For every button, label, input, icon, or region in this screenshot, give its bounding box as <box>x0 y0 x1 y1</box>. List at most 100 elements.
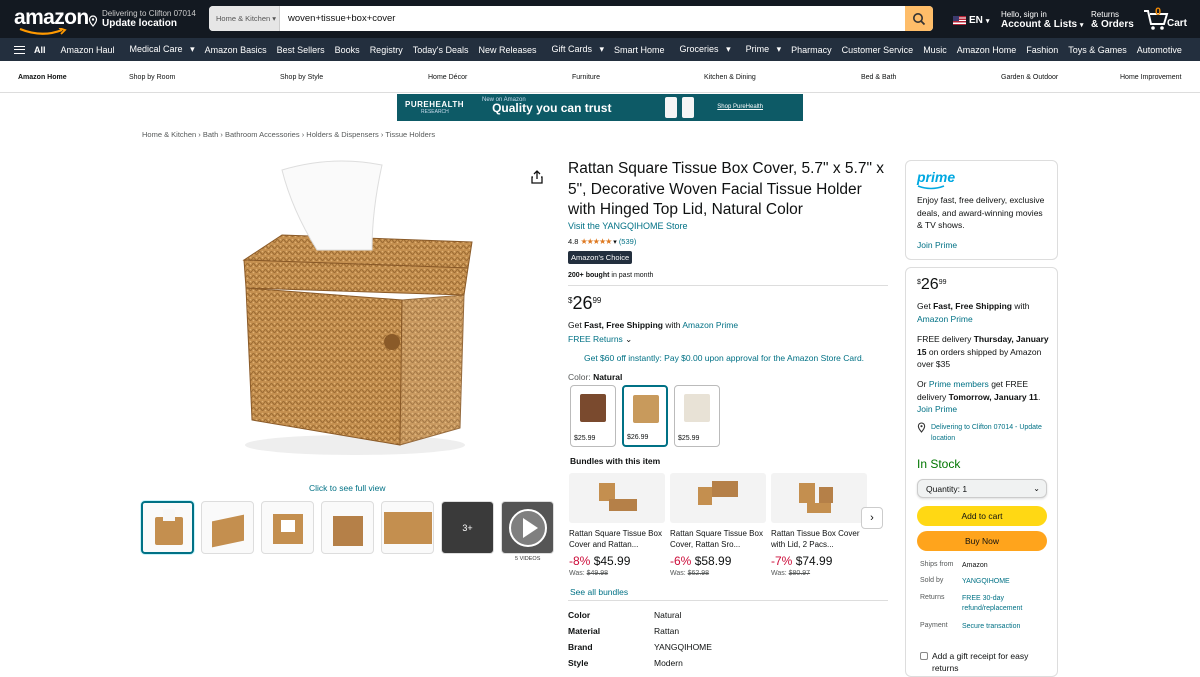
subnav-home-improvement[interactable]: Home Improvement <box>1120 74 1181 81</box>
chevron-down-icon: ⌄ <box>1033 484 1040 493</box>
quantity-select[interactable]: Quantity: 1 ⌄ <box>917 479 1047 498</box>
thumbnail-1[interactable] <box>141 501 194 554</box>
amazon-prime-link[interactable]: Amazon Prime <box>682 320 738 330</box>
crumb-holders-dispensers[interactable]: Holders & Dispensers <box>306 130 379 139</box>
subnav-shop-by-style[interactable]: Shop by Style <box>280 74 323 81</box>
buy-now-button[interactable]: Buy Now <box>917 531 1047 551</box>
subnav-amazon-home[interactable]: Amazon Home <box>18 74 67 81</box>
cart-label: Cart <box>1167 18 1188 29</box>
thumbnail-more[interactable]: 3+ <box>441 501 494 554</box>
product-main-image[interactable] <box>222 160 488 470</box>
video-thumbnail[interactable] <box>501 501 554 554</box>
nav-groceries[interactable]: Groceries ▾ <box>670 44 736 55</box>
thumbnail-5[interactable] <box>381 501 434 554</box>
subnav-furniture[interactable]: Furniture <box>572 74 600 81</box>
add-to-cart-button[interactable]: Add to cart <box>917 506 1047 526</box>
stock-status: In Stock <box>917 457 961 471</box>
carousel-next-button[interactable]: › <box>861 507 883 529</box>
click-to-see-full-view[interactable]: Click to see full view <box>309 483 386 493</box>
cart-button[interactable]: 0 Cart <box>1143 6 1191 32</box>
nav-new-releases[interactable]: New Releases <box>473 45 541 55</box>
product-title: Rattan Square Tissue Box Cover, 5.7" x 5… <box>568 160 885 218</box>
bundle-image <box>569 473 665 523</box>
prime-promo-text: Enjoy fast, free delivery, exclusive dea… <box>917 195 1045 230</box>
swatch-natural[interactable]: $26.99 <box>622 385 668 447</box>
nav-customer-service[interactable]: Customer Service <box>837 45 919 55</box>
search-button[interactable] <box>905 6 933 31</box>
smile-icon <box>917 185 945 190</box>
share-icon[interactable] <box>531 170 543 184</box>
chevron-right-icon: › <box>870 512 874 524</box>
crumb-tissue-holders[interactable]: Tissue Holders <box>385 130 435 139</box>
store-card-offer[interactable]: Get $60 off instantly: Pay $0.00 upon ap… <box>584 353 864 363</box>
rating-row[interactable]: 4.8 ★★★★★ ▾ (539) <box>568 237 636 246</box>
subnav-bed-bath[interactable]: Bed & Bath <box>861 74 896 81</box>
nav-medical-care[interactable]: Medical Care ▾ <box>120 44 200 55</box>
thumbnail-3[interactable] <box>261 501 314 554</box>
divider <box>568 285 888 286</box>
prime-promo-box: prime Enjoy fast, free delivery, exclusi… <box>905 160 1058 260</box>
subnav-garden-outdoor[interactable]: Garden & Outdoor <box>1001 74 1058 81</box>
language-selector[interactable]: EN ▾ <box>953 15 989 26</box>
deliver-line1: Delivering to Clifton 07014 <box>102 9 196 18</box>
subnav-shop-by-room[interactable]: Shop by Room <box>129 74 175 81</box>
crumb-bath[interactable]: Bath <box>203 130 218 139</box>
swatch-white[interactable]: $25.99 <box>674 385 720 447</box>
bundle-card[interactable]: Rattan Square Tissue Box Cover, Rattan S… <box>670 473 766 577</box>
nav-gift-cards[interactable]: Gift Cards ▾ <box>541 44 609 55</box>
nav-pharmacy[interactable]: Pharmacy <box>786 45 837 55</box>
see-all-bundles-link[interactable]: See all bundles <box>570 587 628 597</box>
review-count[interactable]: (539) <box>619 237 637 246</box>
join-prime-link[interactable]: Join Prime <box>917 404 957 414</box>
nav-smart-home[interactable]: Smart Home <box>609 45 670 55</box>
nav-best-sellers[interactable]: Best Sellers <box>272 45 330 55</box>
top-nav-bar: amazon Delivering to Clifton 07014 Updat… <box>0 0 1200 38</box>
ad-banner[interactable]: PUREHEALTH RESEARCH New on Amazon Qualit… <box>397 94 803 121</box>
free-returns-link[interactable]: FREE Returns ⌄ <box>568 334 632 345</box>
nav-automotive[interactable]: Automotive <box>1132 45 1187 55</box>
nav-books[interactable]: Books <box>330 45 365 55</box>
gift-receipt-checkbox[interactable] <box>920 652 928 660</box>
nav-toys-games[interactable]: Toys & Games <box>1063 45 1132 55</box>
main-nav: All Amazon Haul Medical Care ▾ Amazon Ba… <box>0 38 1200 61</box>
nav-music[interactable]: Music <box>918 45 952 55</box>
account-lists[interactable]: Hello, sign in Account & Lists ▾ <box>1001 10 1083 30</box>
amazon-prime-link[interactable]: Amazon Prime <box>917 314 973 324</box>
bundle-card[interactable]: Rattan Square Tissue Box Cover and Ratta… <box>569 473 665 577</box>
subnav-home-decor[interactable]: Home Décor <box>428 74 467 81</box>
nav-all[interactable]: All <box>0 45 56 55</box>
search-category-select[interactable]: Home & Kitchen ▾ <box>209 6 280 31</box>
crumb-bathroom-accessories[interactable]: Bathroom Accessories <box>225 130 300 139</box>
nav-amazon-home[interactable]: Amazon Home <box>952 45 1022 55</box>
nav-amazon-haul[interactable]: Amazon Haul <box>56 45 120 55</box>
thumbnail-2[interactable] <box>201 501 254 554</box>
banner-cta[interactable]: Shop PureHealth <box>717 104 763 110</box>
store-link[interactable]: Visit the YANGQIHOME Store <box>568 221 688 231</box>
returns-orders[interactable]: Returns & Orders <box>1091 10 1134 30</box>
account-line1: Hello, sign in <box>1001 10 1047 19</box>
gift-receipt-option[interactable]: Add a gift receipt for easy returns <box>920 650 1050 674</box>
logo-text: amazon <box>14 6 89 29</box>
amazon-logo[interactable]: amazon <box>14 6 89 35</box>
deliver-to[interactable]: Delivering to Clifton 07014 Update locat… <box>88 9 196 29</box>
subnav-kitchen-dining[interactable]: Kitchen & Dining <box>704 74 756 81</box>
account-line2: Account & Lists ▾ <box>1001 19 1084 30</box>
prime-members-link[interactable]: Prime members <box>929 379 989 389</box>
nav-fashion[interactable]: Fashion <box>1021 45 1063 55</box>
bottle-image <box>682 97 694 118</box>
buybox-price: $26 99 <box>917 276 947 293</box>
bundle-card[interactable]: Rattan Tissue Box Cover with Lid, 2 Pacs… <box>771 473 867 577</box>
nav-amazon-basics[interactable]: Amazon Basics <box>200 45 272 55</box>
search-input[interactable]: woven+tissue+box+cover <box>280 6 905 31</box>
bundles-heading: Bundles with this item <box>570 456 661 466</box>
nav-todays-deals[interactable]: Today's Deals <box>408 45 474 55</box>
crumb-home-kitchen[interactable]: Home & Kitchen <box>142 130 196 139</box>
bottle-image <box>665 97 677 118</box>
swatch-brown[interactable]: $25.99 <box>570 385 616 447</box>
delivery-location-link[interactable]: Delivering to Clifton 07014 - Update loc… <box>917 422 1047 444</box>
thumbnail-4[interactable] <box>321 501 374 554</box>
join-prime-link[interactable]: Join Prime <box>917 240 957 250</box>
nav-registry[interactable]: Registry <box>365 45 408 55</box>
nav-prime[interactable]: Prime ▾ <box>736 44 787 55</box>
banner-brand: PUREHEALTH RESEARCH <box>405 100 465 115</box>
